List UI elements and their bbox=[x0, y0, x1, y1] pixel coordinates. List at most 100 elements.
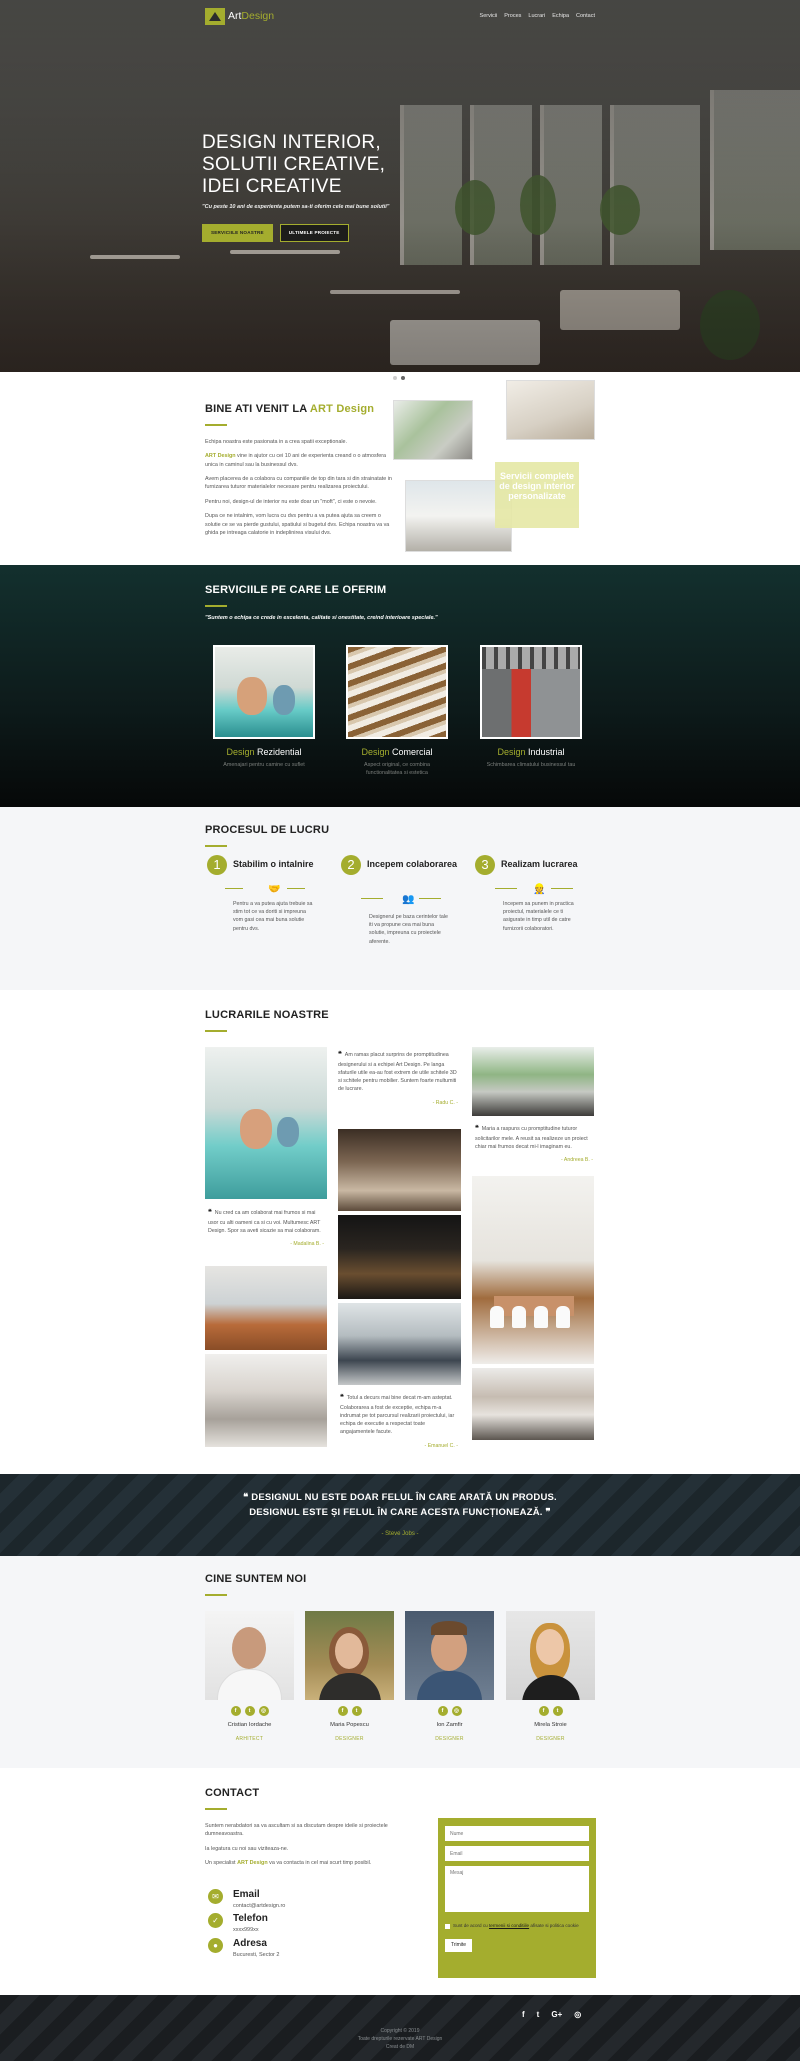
menu-item-echipa[interactable]: Echipa bbox=[552, 13, 569, 21]
service-image-residential bbox=[213, 645, 315, 739]
quote-banner: ❝ DESIGNUL NU ESTE DOAR FELUL ÎN CARE AR… bbox=[0, 1474, 800, 1556]
twitter-icon[interactable]: t bbox=[537, 2009, 540, 2021]
instagram-icon[interactable]: ◎ bbox=[451, 1706, 462, 1716]
service-title-residential: Design Rezidential bbox=[226, 747, 302, 757]
contact-section: CONTACT Suntem nerabdatori sa va asculta… bbox=[0, 1768, 800, 1995]
message-textarea[interactable] bbox=[445, 1866, 589, 1912]
menu-item-contact[interactable]: Contact bbox=[576, 13, 595, 21]
menu-item-lucrari[interactable]: Lucrari bbox=[528, 13, 545, 21]
facebook-icon[interactable]: f bbox=[437, 1706, 448, 1716]
banner-author: - Steve Jobs - bbox=[381, 1531, 419, 1537]
copyright-line: Copyright © 2019 bbox=[380, 2028, 420, 2034]
member-role: DESIGNER bbox=[536, 1736, 565, 1743]
phone-value[interactable]: xxxx999xx bbox=[233, 1927, 268, 1935]
twitter-icon[interactable]: t bbox=[244, 1706, 255, 1716]
email-label: Email bbox=[233, 1889, 260, 1900]
top-nav: ArtDesign Servicii Proces Lucrari Echipa… bbox=[205, 8, 595, 28]
service-card-commercial[interactable]: Design Comercial Aspect original, ce com… bbox=[346, 645, 448, 778]
social-links: f t bbox=[506, 1706, 595, 1716]
process-header: PROCESUL DE LUCRU bbox=[205, 823, 595, 847]
logo[interactable]: ArtDesign bbox=[205, 8, 274, 25]
team-member-1: f t ◎ Cristian Iordache ARHITECT bbox=[205, 1611, 294, 1744]
work-photo-living-brown[interactable] bbox=[205, 1266, 327, 1350]
step-line bbox=[287, 888, 305, 889]
step-desc: Incepem sa punem in practica proiectul, … bbox=[503, 901, 574, 932]
terms-link[interactable]: termenii si conditiile bbox=[489, 1923, 529, 1928]
contact-header: CONTACT Suntem nerabdatori sa va asculta… bbox=[205, 1786, 415, 1867]
services-button[interactable]: SERVICIILE NOASTRE bbox=[202, 223, 273, 243]
twitter-icon[interactable]: t bbox=[351, 1706, 362, 1716]
instagram-icon[interactable]: ◎ bbox=[258, 1706, 269, 1716]
footer: f t G+ ◎ Copyright © 2019 Toate drepturi… bbox=[0, 1995, 800, 2061]
work-photo-dining-white[interactable] bbox=[472, 1176, 594, 1364]
title-underline bbox=[205, 1593, 227, 1596]
service-desc-industrial: Schimbarea climatului businessul tau bbox=[486, 762, 576, 769]
hero-text: DESIGN INTERIOR, SOLUTII CREATIVE, IDEI CR… bbox=[202, 132, 502, 243]
rights-line: Toate drepturile rezervate ART Design bbox=[357, 2035, 443, 2042]
avatar bbox=[405, 1611, 494, 1700]
step-line bbox=[495, 888, 517, 889]
hero-subtitle: "Cu peste 10 ani de experienta putem sa-… bbox=[202, 203, 390, 210]
facebook-icon[interactable]: f bbox=[522, 2009, 525, 2021]
process-title: PROCESUL DE LUCRU bbox=[205, 824, 330, 836]
step-title: Stabilim o intalnire bbox=[233, 859, 314, 869]
service-image-commercial bbox=[346, 645, 448, 739]
works-section: LUCRARILE NOASTRE ❝ Nu cred ca am colabor… bbox=[0, 990, 800, 1474]
contact-p1: Suntem nerabdatori sa va ascultam si sa … bbox=[205, 1822, 388, 1838]
step-line bbox=[225, 888, 243, 889]
social-links: f t bbox=[305, 1706, 394, 1716]
services-subtitle: "Suntem o echipa ce crede in excelenta, … bbox=[205, 614, 438, 621]
terms-checkbox[interactable] bbox=[445, 1923, 450, 1929]
facebook-icon[interactable]: f bbox=[538, 1706, 549, 1716]
testimonial-radu: ❝ Am ramas placut surprins de promptitudi… bbox=[338, 1051, 458, 1106]
service-desc-residential: Amenajari pentru camine cu suflet bbox=[223, 762, 305, 769]
works-title: LUCRARILE NOASTRE bbox=[205, 1009, 329, 1021]
team-title: CINE SUNTEM NOI bbox=[205, 1573, 307, 1585]
service-card-industrial[interactable]: Design Industrial Schimbarea climatului … bbox=[480, 645, 582, 770]
email-value[interactable]: contact@artdesign.ro bbox=[233, 1903, 285, 1911]
facebook-icon[interactable]: f bbox=[337, 1706, 348, 1716]
service-card-residential[interactable]: Design Rezidential Amenajari pentru cami… bbox=[213, 645, 315, 770]
contact-title: CONTACT bbox=[205, 1787, 260, 1799]
member-role: ARHITECT bbox=[235, 1736, 264, 1743]
projects-button[interactable]: ULTIMELE PROIECTE bbox=[279, 223, 349, 243]
footer-social: f t G+ ◎ bbox=[522, 2009, 581, 2021]
google-plus-icon[interactable]: G+ bbox=[551, 2009, 562, 2021]
welcome-p5: Dupa ce ne intalnim, vom lucra cu dvs pe… bbox=[205, 513, 390, 536]
welcome-photo-2 bbox=[393, 400, 473, 460]
contact-email: ✉ Email contact@artdesign.ro bbox=[208, 1889, 285, 1911]
services-section: SERVICIILE PE CARE LE OFERIM "Suntem o e… bbox=[0, 565, 800, 807]
send-button[interactable]: Trimite bbox=[445, 1938, 473, 1952]
title-underline bbox=[205, 604, 227, 607]
title-underline bbox=[205, 1029, 227, 1032]
twitter-icon[interactable]: t bbox=[552, 1706, 563, 1716]
team-section: CINE SUNTEM NOI f t ◎ Cristian Iordache … bbox=[0, 1556, 800, 1768]
work-photo-living-teal[interactable] bbox=[205, 1047, 327, 1199]
avatar bbox=[305, 1611, 394, 1700]
testimonial-emanuel: ❝ Totul a decurs mai bine decat m-am aste… bbox=[340, 1394, 458, 1449]
work-photo-office[interactable] bbox=[338, 1303, 461, 1385]
step-line bbox=[361, 898, 383, 899]
quote-close-icon: ❞ bbox=[542, 1507, 551, 1518]
team-member-3: f ◎ Ion Zamfir DESIGNER bbox=[405, 1611, 494, 1744]
menu-item-proces[interactable]: Proces bbox=[504, 13, 521, 21]
hero-heading: DESIGN INTERIOR, SOLUTII CREATIVE, IDEI CR… bbox=[202, 132, 386, 197]
facebook-icon[interactable]: f bbox=[230, 1706, 241, 1716]
work-photo-lounge[interactable] bbox=[472, 1047, 594, 1116]
instagram-icon[interactable]: ◎ bbox=[574, 2009, 581, 2021]
welcome-p3: Avem placerea de a colabora cu companiil… bbox=[205, 476, 392, 491]
work-photo-fireplace[interactable] bbox=[472, 1368, 594, 1440]
address-value: Bucuresti, Sector 2 bbox=[233, 1952, 280, 1958]
name-input[interactable] bbox=[445, 1826, 589, 1841]
member-name: Ion Zamfir bbox=[436, 1722, 463, 1728]
title-underline bbox=[205, 423, 227, 426]
avatar bbox=[205, 1611, 294, 1700]
menu-item-servicii[interactable]: Servicii bbox=[480, 13, 498, 21]
work-photo-dining-warm[interactable] bbox=[338, 1129, 461, 1211]
work-photo-restaurant-dark[interactable] bbox=[338, 1215, 461, 1299]
welcome-photo-1 bbox=[506, 380, 595, 440]
team-header: CINE SUNTEM NOI bbox=[205, 1572, 595, 1596]
email-input[interactable] bbox=[445, 1846, 589, 1861]
step-line bbox=[419, 898, 441, 899]
work-photo-kitchen[interactable] bbox=[205, 1354, 327, 1447]
